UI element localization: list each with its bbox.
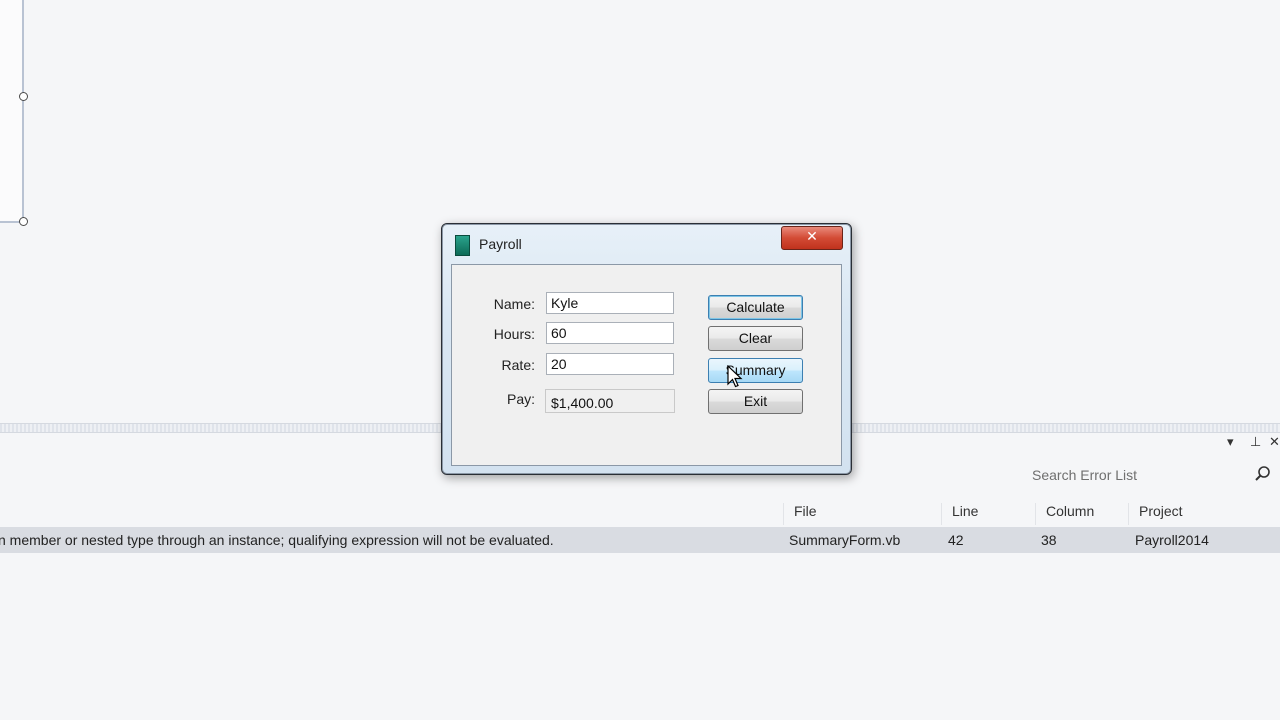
rate-label: Rate: (501, 357, 535, 373)
designer-form-outline (0, 0, 24, 223)
clear-button[interactable]: Clear (708, 326, 803, 351)
error-file: SummaryForm.vb (789, 532, 901, 548)
column-header-column[interactable]: Column (1035, 503, 1132, 525)
search-icon[interactable] (1254, 465, 1272, 483)
summary-button[interactable]: Summary (708, 358, 803, 383)
window-title: Payroll (479, 236, 522, 252)
error-list-search (1025, 462, 1280, 488)
rate-field[interactable] (546, 353, 674, 375)
name-label: Name: (493, 296, 535, 312)
payroll-window: Payroll ✕ Name: Hours: Rate: Pay: $1,400… (441, 223, 852, 475)
error-line: 42 (948, 532, 964, 548)
form-client-area: Name: Hours: Rate: Pay: $1,400.00 Calcul… (451, 264, 842, 466)
table-row[interactable]: n member or nested type through an insta… (0, 527, 1280, 553)
error-column: 38 (1041, 532, 1057, 548)
payroll-app-icon (455, 235, 470, 256)
title-bar[interactable]: Payroll ✕ (442, 224, 851, 262)
resize-handle[interactable] (19, 217, 28, 226)
hours-field[interactable] (546, 322, 674, 344)
pay-label: Pay: (506, 391, 535, 407)
column-header-project[interactable]: Project (1128, 503, 1280, 525)
exit-button[interactable]: Exit (708, 389, 803, 414)
window-close-button[interactable]: ✕ (781, 226, 843, 250)
error-description: n member or nested type through an insta… (0, 532, 554, 548)
name-field[interactable] (546, 292, 674, 314)
column-header-file[interactable]: File (783, 503, 944, 525)
mouse-cursor-icon (727, 365, 743, 388)
pay-output: $1,400.00 (545, 389, 675, 413)
resize-handle[interactable] (19, 92, 28, 101)
column-header-line[interactable]: Line (941, 503, 1038, 525)
hours-label: Hours: (493, 326, 535, 342)
tool-window-close-icon[interactable]: ✕ (1269, 434, 1280, 450)
error-project: Payroll2014 (1135, 532, 1209, 548)
window-position-dropdown-icon[interactable]: ▾ (1227, 434, 1234, 450)
calculate-button[interactable]: Calculate (708, 295, 803, 320)
search-input[interactable] (1025, 466, 1254, 484)
pin-icon[interactable]: ⊥ (1250, 434, 1261, 450)
error-list-header: File Line Column Project (0, 497, 1280, 525)
